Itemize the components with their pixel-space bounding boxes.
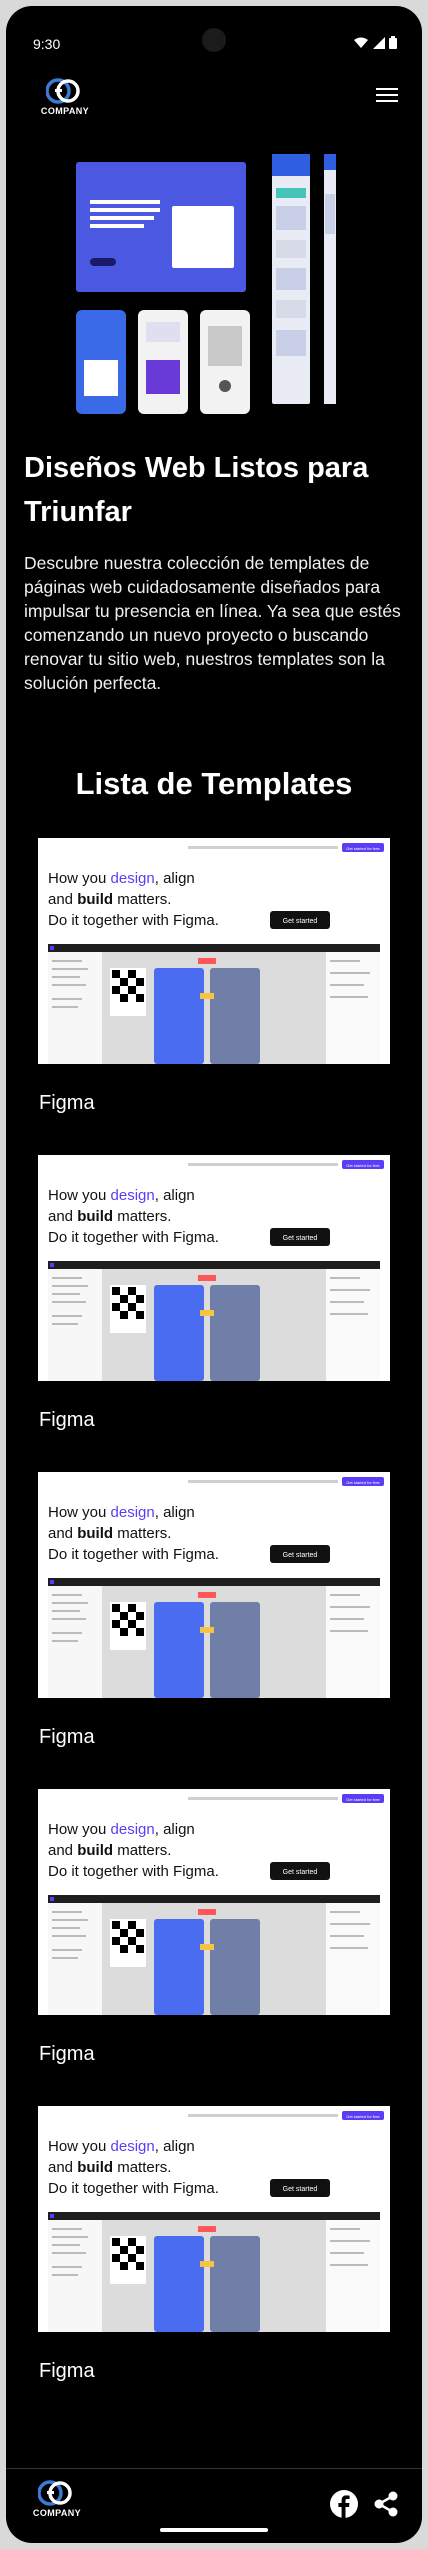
svg-text:Do it together with Figma.: Do it together with Figma. <box>48 1546 219 1563</box>
hero-title: Diseños Web Listos para Triunfar <box>24 452 369 528</box>
svg-text:and build matters.: and build matters. <box>48 2159 171 2176</box>
home-indicator <box>160 2528 268 2532</box>
template-label: Figma <box>39 1409 95 1431</box>
svg-text:How you design, align: How you design, align <box>48 2138 195 2155</box>
svg-text:How you design, align: How you design, align <box>48 870 195 887</box>
wifi-icon <box>353 36 369 54</box>
logo-mark-icon <box>46 78 80 104</box>
template-card[interactable]: Get started for free How you design, ali… <box>38 2106 390 2383</box>
template-preview-image: Get started for free How you design, ali… <box>38 2106 390 2332</box>
status-time: 9:30 <box>33 36 61 52</box>
nav-cta-text: Get started for free <box>346 2114 380 2119</box>
site-header: COMPANY <box>6 70 422 122</box>
company-logo[interactable]: COMPANY <box>38 76 92 120</box>
footer-logo[interactable]: COMPANY <box>30 2478 84 2522</box>
svg-text:and build matters.: and build matters. <box>48 1525 171 1542</box>
site-footer: COMPANY <box>6 2476 422 2543</box>
template-card[interactable]: Get started for free How you design, ali… <box>38 1789 390 2066</box>
nav-cta-text: Get started for free <box>346 1480 380 1485</box>
front-camera <box>202 28 226 52</box>
svg-text:How you design, align: How you design, align <box>48 1821 195 1838</box>
hero-mockup-image <box>76 154 336 414</box>
logo-mark-icon <box>38 2480 72 2506</box>
template-card[interactable]: Get started for free How you design, ali… <box>38 1155 390 1432</box>
svg-text:How you design, align: How you design, align <box>48 1504 195 1521</box>
svg-text:Get started: Get started <box>283 918 318 925</box>
hero-description: Descubre nuestra colección de templates … <box>24 553 401 693</box>
template-card[interactable]: Get started for free How you design, ali… <box>38 838 390 1115</box>
svg-text:and build matters.: and build matters. <box>48 891 171 908</box>
nav-cta-text: Get started for free <box>346 846 380 851</box>
template-thumbnail[interactable]: Get started for free How you design, ali… <box>38 1155 390 1381</box>
nav-cta-text: Get started for free <box>346 1797 380 1802</box>
svg-text:Do it together with Figma.: Do it together with Figma. <box>48 912 219 929</box>
signal-icon <box>373 36 385 54</box>
system-icons <box>353 36 397 54</box>
template-preview-image: Get started for free How you design, ali… <box>38 1472 390 1698</box>
svg-text:Do it together with Figma.: Do it together with Figma. <box>48 1863 219 1880</box>
nav-cta-text: Get started for free <box>346 1163 380 1168</box>
template-label: Figma <box>39 2360 95 2382</box>
footer-divider <box>6 2468 422 2469</box>
app-frame: 9:30 COMPANY Diseños Web Listos para Tri… <box>6 6 422 2543</box>
battery-icon <box>389 36 397 54</box>
svg-text:How you design, align: How you design, align <box>48 1187 195 1204</box>
svg-text:and build matters.: and build matters. <box>48 1842 171 1859</box>
svg-text:Get started: Get started <box>283 2186 318 2193</box>
share-icon[interactable] <box>372 2490 400 2523</box>
template-label: Figma <box>39 1726 95 1748</box>
svg-text:and build matters.: and build matters. <box>48 1208 171 1225</box>
footer-social <box>330 2490 400 2523</box>
template-thumbnail[interactable]: Get started for free How you design, ali… <box>38 1472 390 1698</box>
logo-text: COMPANY <box>32 2508 82 2518</box>
template-preview-image: Get started for free How you design, ali… <box>38 1789 390 2015</box>
svg-text:Get started: Get started <box>283 1869 318 1876</box>
template-thumbnail[interactable]: Get started for free How you design, ali… <box>38 838 390 1064</box>
template-label: Figma <box>39 1092 95 1114</box>
facebook-icon[interactable] <box>330 2490 358 2523</box>
svg-text:Do it together with Figma.: Do it together with Figma. <box>48 1229 219 1246</box>
template-preview-image: Get started for free How you design, ali… <box>38 838 390 1064</box>
templates-heading: Lista de Templates <box>75 766 353 801</box>
template-thumbnail[interactable]: Get started for free How you design, ali… <box>38 1789 390 2015</box>
logo-text: COMPANY <box>40 106 90 116</box>
template-card[interactable]: Get started for free How you design, ali… <box>38 1472 390 1749</box>
template-preview-image: Get started for free How you design, ali… <box>38 1155 390 1381</box>
svg-text:Get started: Get started <box>283 1235 318 1242</box>
svg-text:Do it together with Figma.: Do it together with Figma. <box>48 2180 219 2197</box>
status-bar: 9:30 <box>6 6 422 66</box>
template-label: Figma <box>39 2043 95 2065</box>
template-thumbnail[interactable]: Get started for free How you design, ali… <box>38 2106 390 2332</box>
hamburger-icon[interactable] <box>376 88 398 104</box>
svg-text:Get started: Get started <box>283 1552 318 1559</box>
